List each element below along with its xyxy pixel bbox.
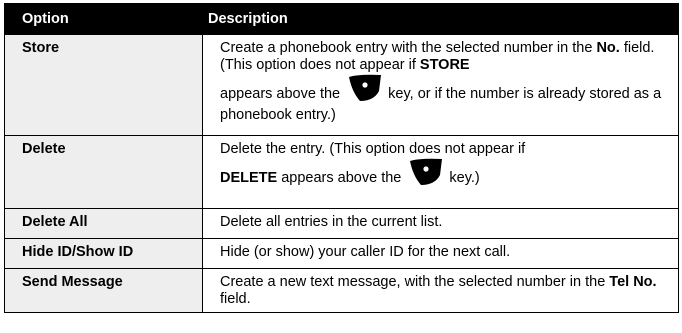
- desc-text: appears above the: [220, 86, 345, 102]
- option-hide-show-id: Hide ID/Show ID: [4, 238, 203, 269]
- desc-bold: No.: [596, 40, 620, 56]
- table-row: Send Message Create a new text message, …: [4, 268, 679, 313]
- desc-text: Create a new text message, with the sele…: [220, 274, 610, 290]
- desc-text: key.): [445, 170, 480, 186]
- header-description: Description: [202, 3, 679, 35]
- description-delete-all: Delete all entries in the current list.: [202, 208, 679, 239]
- desc-text: Delete the entry. (This option does not …: [220, 141, 526, 157]
- desc-bold: STORE: [419, 57, 470, 73]
- right-softkey-icon: [410, 158, 443, 185]
- desc-bold: DELETE: [220, 170, 278, 186]
- table-header-row: Option Description: [4, 3, 679, 35]
- options-table: Option Description Store Create a phoneb…: [4, 3, 679, 313]
- description-delete: Delete the entry. (This option does not …: [202, 135, 679, 209]
- description-send-message: Create a new text message, with the sele…: [202, 268, 679, 313]
- desc-text: field.: [220, 291, 251, 307]
- option-delete: Delete: [4, 135, 203, 209]
- header-option: Option: [4, 3, 203, 35]
- desc-text: appears above the: [277, 170, 406, 186]
- option-delete-all: Delete All: [4, 208, 203, 239]
- option-store: Store: [4, 34, 203, 136]
- right-softkey-icon: [349, 74, 382, 101]
- option-send-message: Send Message: [4, 268, 203, 313]
- table-row: Delete All Delete all entries in the cur…: [4, 208, 679, 239]
- table-row: Store Create a phonebook entry with the …: [4, 34, 679, 136]
- table-row: Hide ID/Show ID Hide (or show) your call…: [4, 238, 679, 269]
- table-row: Delete Delete the entry. (This option do…: [4, 135, 679, 209]
- description-store: Create a phonebook entry with the select…: [202, 34, 679, 136]
- description-hide-show-id: Hide (or show) your caller ID for the ne…: [202, 238, 679, 269]
- desc-bold: Tel No.: [609, 274, 657, 290]
- options-table-wrapper: Option Description Store Create a phoneb…: [4, 3, 679, 313]
- desc-text: Create a phonebook entry with the select…: [220, 40, 597, 56]
